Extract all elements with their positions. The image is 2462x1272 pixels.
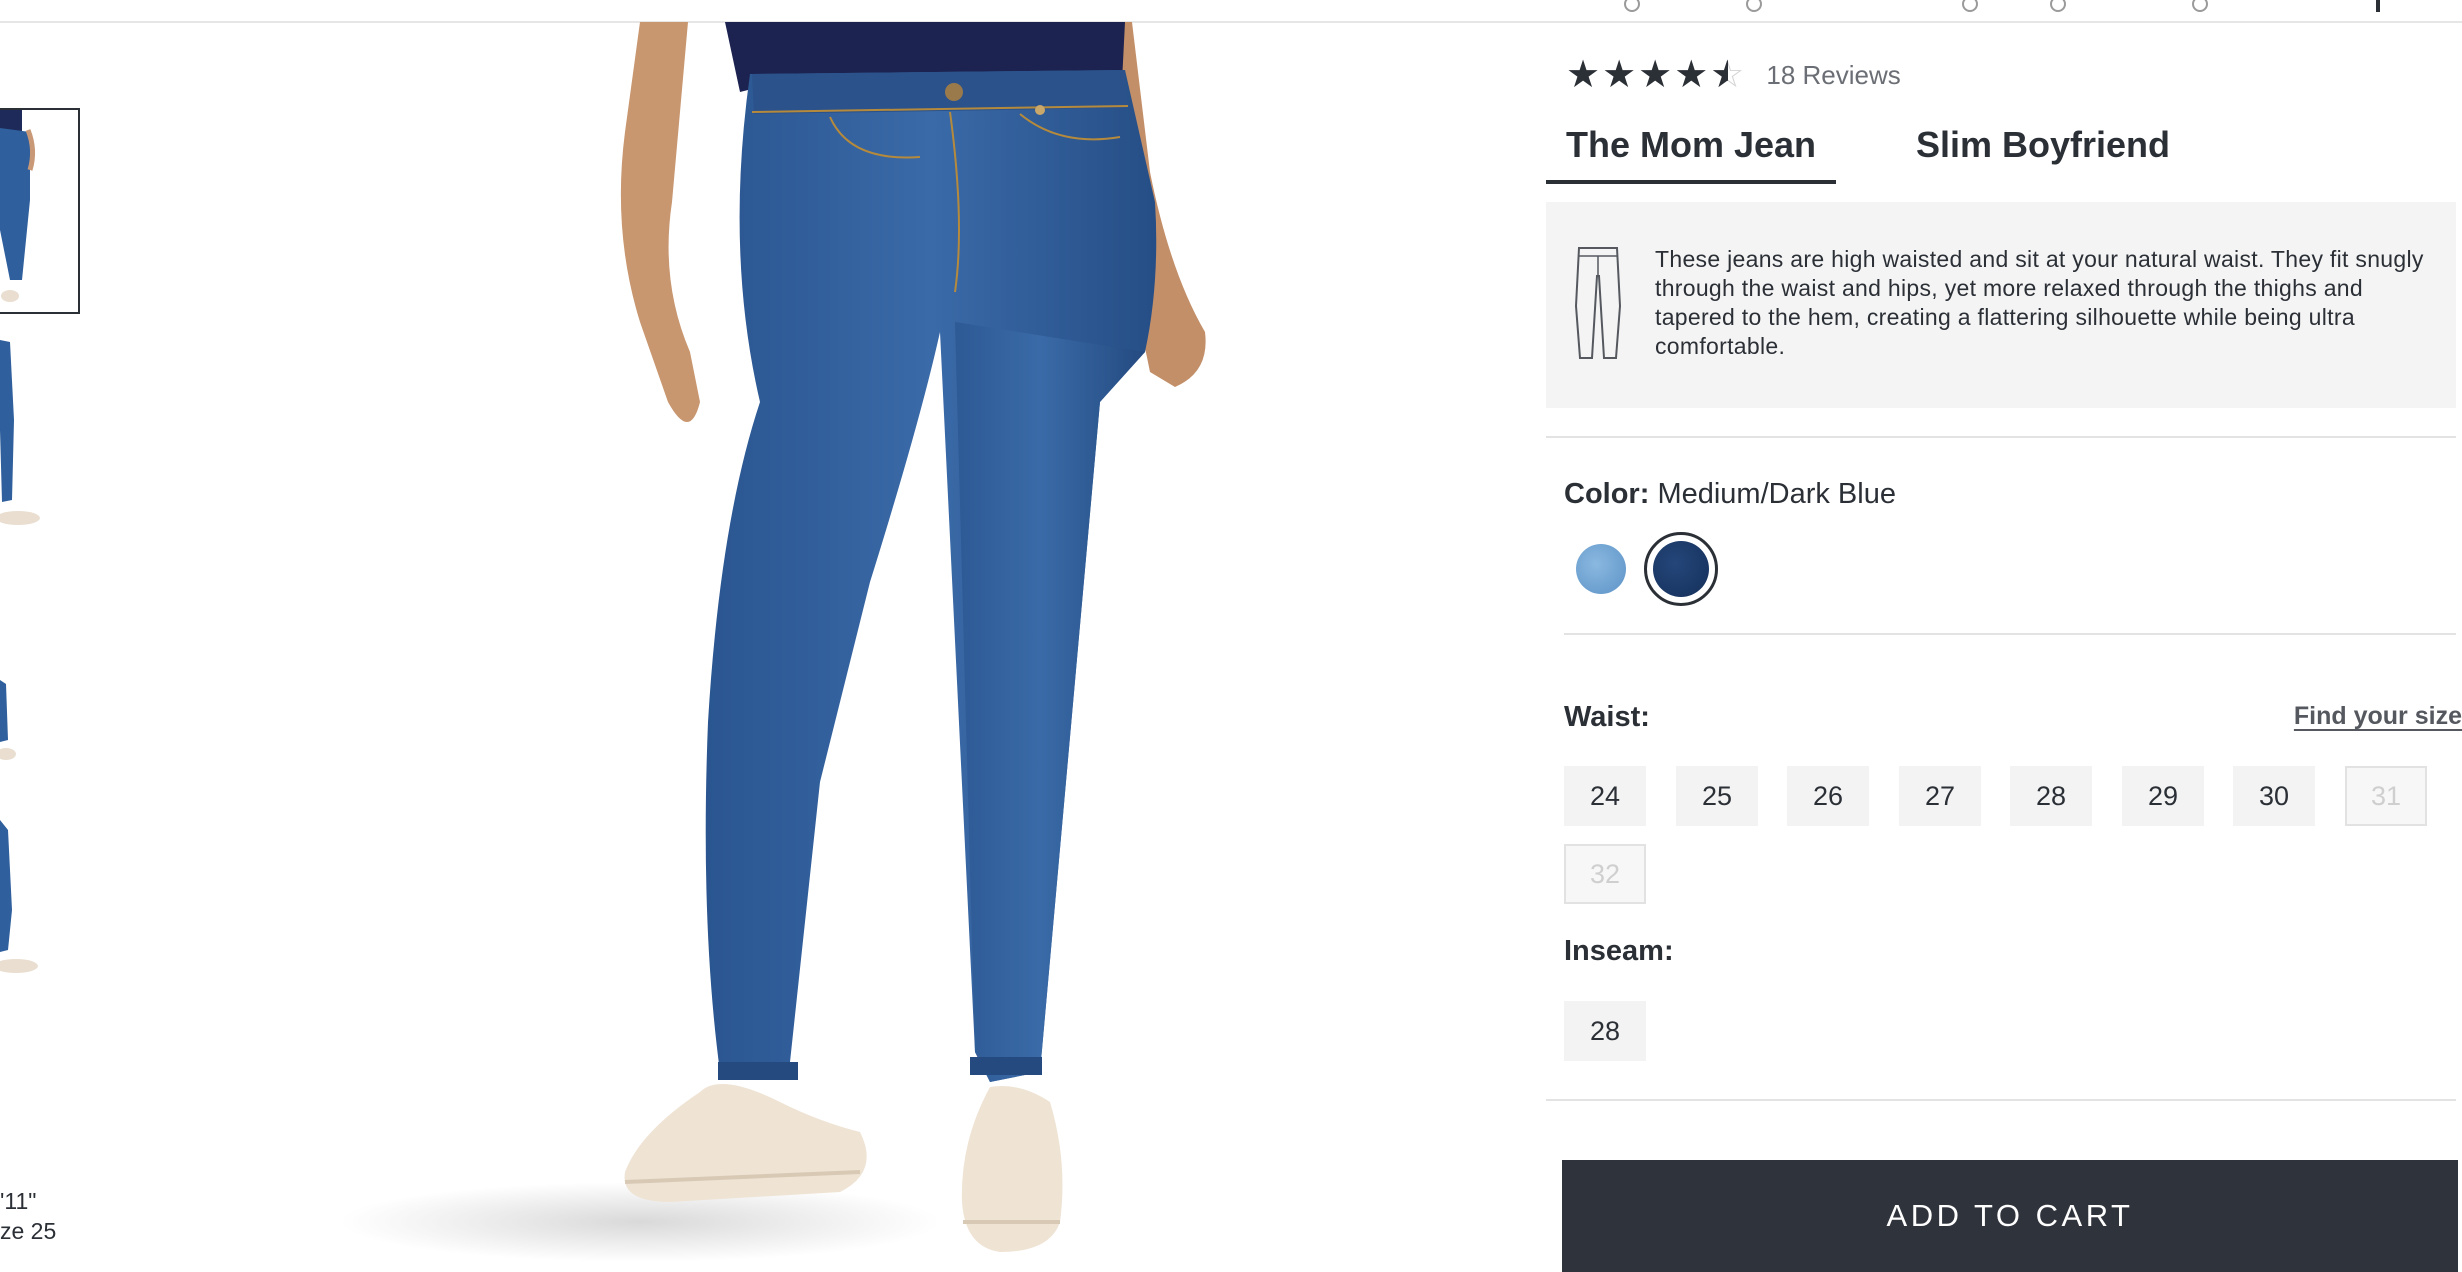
product-options-panel: ★ ★ ★ ★ ☆ 18 Reviews The Mom Jean Slim B… bbox=[1546, 0, 2462, 1272]
waist-size-27[interactable]: 27 bbox=[1899, 766, 1981, 826]
star-icon: ★ bbox=[1638, 54, 1673, 96]
thumbnail-strip: '11" ze 25 bbox=[0, 0, 90, 1272]
thumbnail-back[interactable] bbox=[0, 680, 80, 770]
waist-size-26[interactable]: 26 bbox=[1787, 766, 1869, 826]
rating-stars: ★ ★ ★ ★ ☆ bbox=[1566, 56, 1744, 94]
divider bbox=[1564, 633, 2456, 635]
star-icon: ★ bbox=[1602, 54, 1637, 96]
waist-label: Waist: bbox=[1564, 701, 1650, 733]
clipped-heading-edge bbox=[1566, 0, 2446, 22]
tab-mom-jean[interactable]: The Mom Jean bbox=[1546, 118, 1837, 184]
waist-size-32-unavailable[interactable]: 32 bbox=[1564, 844, 1646, 904]
product-rating[interactable]: ★ ★ ★ ★ ☆ 18 Reviews bbox=[1566, 56, 1901, 94]
star-icon: ★ bbox=[1566, 54, 1601, 96]
waist-size-30[interactable]: 30 bbox=[2233, 766, 2315, 826]
thumbnail-detail[interactable] bbox=[0, 790, 80, 990]
fit-tabs: The Mom Jean Slim Boyfriend bbox=[1546, 118, 2446, 184]
color-label: Color: bbox=[1564, 478, 1650, 510]
star-icon: ★ bbox=[1674, 54, 1709, 96]
fit-description-box: These jeans are high waisted and sit at … bbox=[1546, 202, 2456, 408]
waist-size-31-unavailable[interactable]: 31 bbox=[2345, 766, 2427, 826]
add-to-cart-button[interactable]: ADD TO CART bbox=[1562, 1160, 2458, 1272]
color-swatch-medium-dark-blue[interactable] bbox=[1653, 541, 1709, 597]
fit-description-text: These jeans are high waisted and sit at … bbox=[1655, 246, 2424, 359]
waist-size-25[interactable]: 25 bbox=[1676, 766, 1758, 826]
half-star-icon: ☆ bbox=[1710, 56, 1744, 94]
jeans-silhouette-icon bbox=[1574, 246, 1622, 367]
inseam-label: Inseam: bbox=[1564, 935, 1674, 967]
reviews-count-link[interactable]: 18 Reviews bbox=[1766, 60, 1900, 91]
waist-size-28[interactable]: 28 bbox=[2010, 766, 2092, 826]
thumbnail-side[interactable] bbox=[0, 330, 80, 530]
model-info-text: '11" ze 25 bbox=[0, 1188, 57, 1244]
color-swatch-light-wash[interactable] bbox=[1576, 544, 1626, 594]
inseam-size-28[interactable]: 28 bbox=[1564, 1001, 1646, 1061]
tab-slim-boyfriend[interactable]: Slim Boyfriend bbox=[1896, 118, 2190, 184]
selected-color-name: Medium/Dark Blue bbox=[1657, 478, 1896, 510]
find-your-size-link[interactable]: Find your size bbox=[2294, 702, 2462, 731]
color-selection-label: Color: Medium/Dark Blue bbox=[1564, 478, 1896, 511]
divider bbox=[1546, 1099, 2456, 1101]
divider bbox=[1546, 436, 2456, 438]
main-product-image bbox=[220, 22, 1320, 1272]
waist-size-24[interactable]: 24 bbox=[1564, 766, 1646, 826]
thumbnail-front-selected[interactable] bbox=[0, 108, 80, 314]
waist-size-29[interactable]: 29 bbox=[2122, 766, 2204, 826]
